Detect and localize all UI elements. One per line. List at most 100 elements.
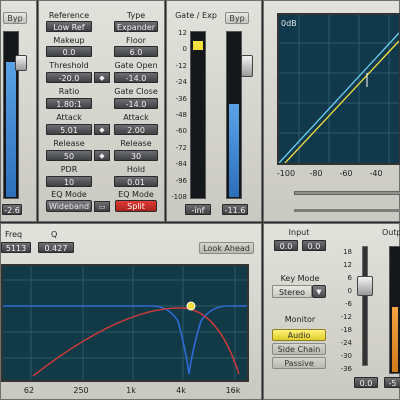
floor-label: Floor <box>126 36 146 45</box>
transfer-panel: 0dB -100 -80 -60 -40 -20 <box>263 0 400 222</box>
ratio-label: Ratio <box>58 87 80 96</box>
output-left-readout: 0.0 <box>354 377 378 388</box>
gate-scale-tick: -72 <box>175 143 187 152</box>
output-scale-tick: 6 <box>347 274 352 282</box>
key-mode-dropdown[interactable]: ▼ <box>312 285 326 298</box>
transfer-axis-tick: -60 <box>339 169 353 178</box>
left-meter-fill <box>6 62 16 197</box>
hold-value[interactable]: 0.01 <box>114 176 158 187</box>
pdr-value[interactable]: 10 <box>46 176 92 187</box>
gate-scale-tick: -60 <box>175 127 187 136</box>
monitor-audio-button[interactable]: Audio <box>272 329 326 341</box>
gate-bypass-button[interactable]: Byp <box>225 12 249 24</box>
eq-axis-tick: 16k <box>225 386 241 395</box>
reference-value[interactable]: Low Ref <box>46 21 92 32</box>
attack-right-value[interactable]: 2.00 <box>114 124 158 135</box>
pdr-label: PDR <box>60 165 78 174</box>
transfer-axis-tick: -100 <box>276 169 296 178</box>
output-meter-fill <box>392 307 398 372</box>
eq-axis-tick: 62 <box>23 386 35 395</box>
type-label: Type <box>126 11 146 20</box>
q-label: Q <box>51 230 58 239</box>
transfer-slider-track[interactable] <box>294 191 400 195</box>
input-left-value[interactable]: 0.0 <box>274 240 298 251</box>
output-fader-handle[interactable] <box>357 276 373 296</box>
gate-panel: Gate / Exp Byp 12 0 -12 -24 -36 -48 -60 -72 -84 -… <box>166 0 262 222</box>
transfer-slider-track-2[interactable] <box>294 209 400 212</box>
output-scale-tick: -24 <box>340 339 352 347</box>
gate-scale-tick: -24 <box>175 78 187 87</box>
transfer-axis-tick: -80 <box>309 169 323 178</box>
attack-link-icon[interactable]: ◆ <box>94 124 110 135</box>
eq-mode-link-icon[interactable]: ▭ <box>94 201 110 212</box>
threshold-value[interactable]: -20.0 <box>46 72 92 83</box>
attack-left-value[interactable]: 5.01 <box>46 124 92 135</box>
eq-axis-tick: 4k <box>176 386 186 395</box>
transfer-db-label: 0dB <box>281 19 297 28</box>
left-bypass-button[interactable]: Byp <box>3 12 27 24</box>
reference-label: Reference <box>48 11 90 20</box>
gate-scale-tick: -84 <box>175 160 187 169</box>
q-value[interactable]: 0.427 <box>38 242 74 253</box>
output-label: Outp <box>382 228 400 237</box>
eq-curve-blue <box>3 305 247 375</box>
release-left-value[interactable]: 50 <box>46 150 92 161</box>
output-scale-tick: -30 <box>340 352 352 360</box>
look-ahead-button[interactable]: Look Ahead <box>199 242 254 254</box>
gate-scale-tick: -12 <box>175 61 187 70</box>
gate-left-readout: -inf <box>185 204 211 215</box>
floor-value[interactable]: 6.0 <box>114 46 158 57</box>
output-scale-tick: -18 <box>340 326 352 334</box>
gate-open-label: Gate Open <box>114 61 158 70</box>
output-scale-tick: 18 <box>343 248 352 256</box>
split-button[interactable]: Split <box>115 200 157 212</box>
freq-value[interactable]: 5113 <box>1 242 31 253</box>
release-right-value[interactable]: 30 <box>114 150 158 161</box>
gate-fader-handle[interactable] <box>241 55 253 77</box>
attack-right-label: Attack <box>123 113 149 122</box>
gate-title: Gate / Exp <box>175 11 217 20</box>
release-left-label: Release <box>53 139 85 148</box>
gate-scale-tick: 0 <box>182 45 187 54</box>
release-right-label: Release <box>120 139 152 148</box>
monitor-side-chain-button[interactable]: Side Chain <box>272 343 326 355</box>
transfer-axis-tick: -40 <box>369 169 383 178</box>
gate-right-readout: -11.6 <box>222 204 248 215</box>
threshold-link-icon[interactable]: ◆ <box>94 72 110 83</box>
freq-label: Freq <box>5 230 23 239</box>
input-right-value[interactable]: 0.0 <box>302 240 326 251</box>
input-label: Input <box>288 228 310 237</box>
monitor-passive-button[interactable]: Passive <box>272 357 326 369</box>
eq-axis-tick: 1k <box>126 386 136 395</box>
gate-left-meter-indicator <box>193 41 203 50</box>
wideband-button[interactable]: Wideband <box>46 200 92 212</box>
eq-graph <box>1 264 249 382</box>
gate-scale-tick: -96 <box>175 176 187 185</box>
gate-close-value[interactable]: -14.0 <box>114 98 158 109</box>
output-scale-tick: 0 <box>347 287 352 295</box>
output-fader-track[interactable] <box>362 246 368 366</box>
gate-right-meter-fill <box>229 104 239 197</box>
type-value[interactable]: Expander <box>114 21 158 32</box>
left-fader-handle[interactable] <box>15 55 27 71</box>
hold-label: Hold <box>126 165 146 174</box>
gate-scale-tick: -48 <box>175 111 187 119</box>
parameter-panel: Reference Type Low Ref Expander Makeup F… <box>38 0 165 222</box>
key-mode-value[interactable]: Stereo <box>272 285 312 298</box>
output-scale-tick: -36 <box>340 365 352 373</box>
ratio-value[interactable]: 1.80:1 <box>46 98 92 109</box>
eq-band-handle[interactable] <box>186 301 196 311</box>
gate-scale-tick: 12 <box>178 29 187 37</box>
transfer-curve-yellow <box>284 40 399 163</box>
gate-open-value[interactable]: -14.0 <box>114 72 158 83</box>
gate-scale-tick: -36 <box>175 94 187 103</box>
gate-close-label: Gate Close <box>114 87 158 96</box>
transfer-axis-tick: -20 <box>394 169 400 178</box>
eq-panel: Freq Q 5113 0.427 Look Ahead 62 250 1k 4k 16… <box>0 223 262 400</box>
eq-curve-red <box>32 307 240 377</box>
makeup-value[interactable]: 0.0 <box>46 46 92 57</box>
key-mode-label: Key Mode <box>280 274 320 283</box>
release-link-icon[interactable]: ◆ <box>94 150 110 161</box>
gate-right-meter <box>226 31 242 199</box>
output-scale-tick: -6 <box>345 300 352 308</box>
